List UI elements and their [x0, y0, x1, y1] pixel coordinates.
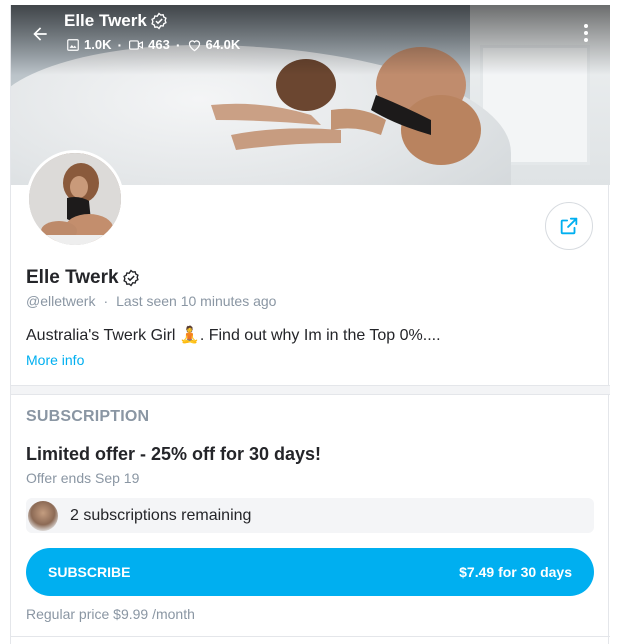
more-vertical-icon [584, 24, 588, 28]
stat-separator: · [117, 36, 123, 53]
avatar[interactable] [26, 150, 124, 248]
likes-stat: 64.0K [187, 37, 241, 52]
profile-card: Elle Twerk 1.0K · 463 · 64.0K Elle Twerk… [10, 5, 610, 644]
subscriptions-remaining-text: 2 subscriptions remaining [70, 506, 252, 524]
subscriptions-remaining-banner: 2 subscriptions remaining [26, 498, 594, 533]
photos-count: 1.0K [84, 37, 112, 52]
bottom-divider [11, 636, 610, 637]
heart-icon [188, 39, 200, 51]
mini-avatar [28, 500, 58, 531]
profile-name-text: Elle Twerk [26, 267, 119, 288]
subscription-heading: SUBSCRIPTION [26, 408, 150, 425]
header-name-text: Elle Twerk [64, 11, 147, 30]
video-icon [129, 39, 144, 50]
more-info-link[interactable]: More info [26, 352, 84, 368]
profile-handle[interactable]: @elletwerk [26, 293, 95, 309]
verified-icon [151, 12, 167, 30]
avatar-photo [29, 153, 121, 245]
profile-name: Elle Twerk [26, 267, 140, 289]
verified-icon [122, 269, 139, 287]
profile-bio: Australia's Twerk Girl 🧘. Find out why I… [26, 327, 441, 344]
subscribe-price: $7.49 for 30 days [459, 564, 572, 580]
photos-stat: 1.0K [66, 37, 111, 52]
subscribe-button[interactable]: SUBSCRIBE $7.49 for 30 days [26, 548, 594, 596]
more-options-button[interactable] [576, 19, 596, 47]
videos-stat: 463 [128, 37, 170, 52]
profile-meta: @elletwerk · Last seen 10 minutes ago [26, 293, 276, 309]
back-button[interactable] [23, 17, 57, 51]
meta-separator: · [103, 293, 109, 309]
image-icon [67, 38, 79, 51]
stat-separator: · [175, 36, 181, 53]
offer-title: Limited offer - 25% off for 30 days! [26, 444, 322, 464]
section-divider [11, 385, 610, 395]
videos-count: 463 [148, 37, 170, 52]
last-seen: Last seen 10 minutes ago [116, 293, 277, 309]
back-arrow-icon [33, 27, 47, 41]
subscribe-label: SUBSCRIBE [48, 564, 131, 580]
regular-price: Regular price $9.99 /month [26, 606, 195, 622]
offer-ends: Offer ends Sep 19 [26, 470, 140, 486]
likes-count: 64.0K [205, 37, 241, 52]
share-button[interactable] [545, 202, 593, 250]
header-profile-name: Elle Twerk [64, 11, 168, 31]
share-icon [560, 217, 578, 235]
header-stats: 1.0K · 463 · 64.0K [66, 37, 240, 52]
